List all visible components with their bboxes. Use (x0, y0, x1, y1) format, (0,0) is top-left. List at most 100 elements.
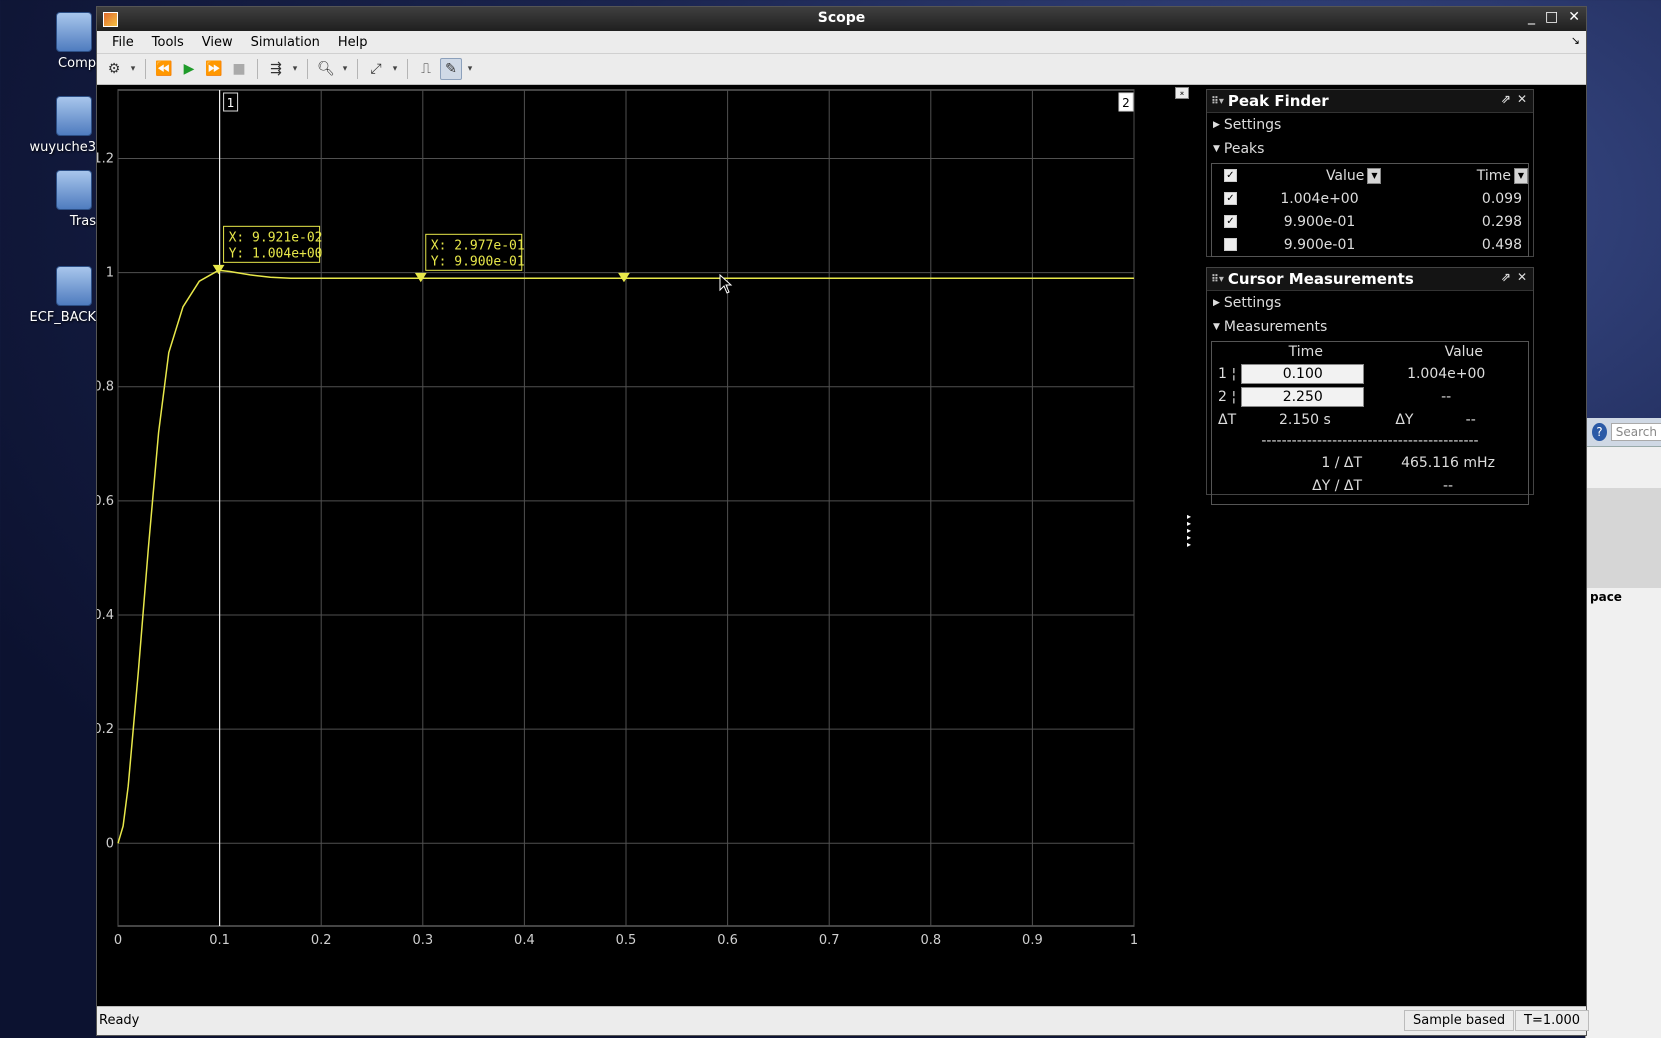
y-tick-label: 0.2 (97, 722, 114, 737)
undock-icon[interactable]: ⇗ (1501, 92, 1511, 106)
menu-simulation[interactable]: Simulation (242, 35, 329, 50)
background-window-label: pace (1590, 590, 1622, 604)
measure-dropdown-icon[interactable]: ▾ (465, 58, 475, 80)
x-tick-label: 1 (1130, 933, 1138, 948)
peak-checkbox[interactable] (1224, 238, 1237, 251)
cursor-icon[interactable]: ⎍ (415, 58, 437, 80)
peak-checkbox[interactable] (1224, 215, 1237, 228)
settings-label: Settings (1223, 295, 1282, 311)
undock-plot-icon[interactable]: ⌅ (1175, 87, 1189, 99)
scale-axes-icon[interactable]: ⤢ (365, 58, 387, 80)
peak-row[interactable]: 9.900e-01 0.298 (1212, 210, 1528, 233)
x-tick-label: 0.1 (209, 933, 230, 948)
cursor-number: 1 (1218, 365, 1227, 382)
cursor-label: 2 (1122, 96, 1130, 110)
desktop-icon-label: ECF_BACK (29, 310, 96, 325)
cursor-time-input[interactable]: 2.250 (1241, 386, 1365, 407)
peak-finder-settings-section[interactable]: ▶ Settings (1207, 113, 1533, 137)
background-window[interactable]: ? Search pace (1585, 418, 1661, 1038)
select-all-checkbox[interactable] (1224, 169, 1237, 182)
stop-icon[interactable]: ■ (228, 58, 250, 80)
measure-icon[interactable]: ✎ (440, 58, 462, 80)
peak-row[interactable]: 1.004e+00 0.099 (1212, 187, 1528, 210)
cursor-time-input[interactable]: 0.100 (1241, 363, 1365, 384)
menu-help[interactable]: Help (329, 35, 377, 50)
run-icon[interactable]: ▶ (178, 58, 200, 80)
maximize-button[interactable]: □ (1545, 9, 1558, 25)
expanded-arrow-icon: ▼ (1213, 144, 1220, 154)
measurements-table: Time Value 1 ¦ 0.100 1.004e+00 2 ¦ 2.250 -- ΔT … (1211, 341, 1529, 505)
x-tick-label: 0 (114, 933, 122, 948)
menu-bar: File Tools View Simulation Help ↘ (97, 31, 1586, 54)
time-column-header: Time (1288, 344, 1323, 360)
cursor-value: 1.004e+00 (1407, 365, 1486, 382)
peak-finder-title: Peak Finder (1227, 92, 1329, 110)
cursor-measurements-panel: ⠿▾ Cursor Measurements ⇗ ✕ ▶ Settings ▼ Mea… (1206, 267, 1534, 505)
peak-time: 0.498 (1481, 236, 1522, 253)
menu-view[interactable]: View (193, 35, 242, 50)
scope-plot[interactable]: 0 0.1 0.2 0.3 0.4 0.5 0.6 0.7 0.8 0.9 1 0 0.2 0.4 0.6 0… (97, 85, 1197, 1011)
gear-dropdown-icon[interactable]: ▾ (128, 58, 138, 80)
highlight-icon[interactable]: ⇶ (265, 58, 287, 80)
data-tip-x: X: 2.977e-01 (431, 238, 525, 253)
undock-icon[interactable]: ⇗ (1501, 270, 1511, 284)
inverse-delta-t-row: 1 / ΔT 465.116 mHz (1212, 451, 1528, 474)
peaks-section[interactable]: ▼ Peaks (1207, 137, 1533, 161)
zoom-icon[interactable]: 🔍︎ (315, 58, 337, 80)
panel-grip-icon[interactable]: ⠿▾ (1211, 274, 1224, 285)
panel-grip-icon[interactable]: ⠿▾ (1211, 96, 1224, 107)
desktop-icon-label: Comp (58, 56, 96, 71)
inverse-delta-t-label: 1 / ΔT (1321, 454, 1362, 471)
time-sort-icon[interactable]: ▼ (1514, 167, 1528, 184)
desktop-icon-label: wuyuche3 (29, 140, 96, 155)
dock-icon[interactable]: ↘ (1571, 34, 1580, 47)
value-column-header[interactable]: Value (1326, 168, 1364, 184)
close-button[interactable]: ✕ (1568, 9, 1580, 25)
close-panel-icon[interactable]: ✕ (1517, 92, 1527, 106)
menu-file[interactable]: File (103, 35, 143, 50)
peak-row[interactable]: 9.900e-01 0.498 (1212, 233, 1528, 256)
mouse-pointer-icon (719, 274, 733, 294)
title-bar[interactable]: Scope _ □ ✕ (97, 7, 1586, 31)
inverse-delta-t-value: 465.116 mHz (1401, 454, 1495, 471)
step-back-icon[interactable]: ⏪ (153, 58, 175, 80)
help-icon[interactable]: ? (1592, 423, 1607, 441)
y-tick-label: 0 (106, 836, 114, 851)
dy-dt-row: ΔY / ΔT -- (1212, 474, 1528, 497)
scope-window: Scope _ □ ✕ File Tools View Simulation H… (96, 6, 1590, 1036)
zoom-dropdown-icon[interactable]: ▾ (340, 58, 350, 80)
measurements-section[interactable]: ▼ Measurements (1207, 315, 1533, 339)
peak-checkbox[interactable] (1224, 192, 1237, 205)
status-ready: Ready (99, 1013, 140, 1028)
peaks-label: Peaks (1223, 141, 1265, 157)
folder-icon (56, 96, 92, 136)
peaks-header-row: Value▼ Time▼ (1212, 164, 1528, 187)
x-tick-label: 0.3 (412, 933, 433, 948)
scale-dropdown-icon[interactable]: ▾ (390, 58, 400, 80)
peak-value: 9.900e-01 (1283, 236, 1356, 253)
minimize-button[interactable]: _ (1528, 9, 1535, 25)
search-input[interactable]: Search (1610, 423, 1661, 441)
value-sort-icon[interactable]: ▼ (1367, 167, 1382, 184)
menu-tools[interactable]: Tools (143, 35, 193, 50)
cursor-settings-section[interactable]: ▶ Settings (1207, 291, 1533, 315)
step-forward-icon[interactable]: ⏩ (203, 58, 225, 80)
close-panel-icon[interactable]: ✕ (1517, 270, 1527, 284)
delta-t-value: 2.150 s (1278, 411, 1331, 428)
status-time: T=1.000 (1515, 1010, 1590, 1031)
gear-icon[interactable]: ⚙ (103, 58, 125, 80)
delta-y-value: -- (1465, 411, 1476, 428)
folder-icon (56, 170, 92, 210)
status-mode: Sample based (1404, 1010, 1515, 1031)
panel-expand-icon[interactable]: ▸ ▸ ▸ ▸ ▸ (1187, 513, 1191, 549)
time-column-header[interactable]: Time (1477, 168, 1511, 184)
peak-value: 1.004e+00 (1280, 190, 1359, 207)
highlight-dropdown-icon[interactable]: ▾ (290, 58, 300, 80)
dy-dt-value: -- (1442, 477, 1454, 494)
measurements-label: Measurements (1223, 319, 1328, 335)
data-tip-y: Y: 1.004e+00 (229, 246, 323, 261)
background-window-header: ? Search (1586, 418, 1661, 447)
folder-icon (56, 266, 92, 306)
divider-line: ----------------------------------------… (1261, 433, 1479, 449)
cursor-label: 1 (227, 96, 235, 110)
